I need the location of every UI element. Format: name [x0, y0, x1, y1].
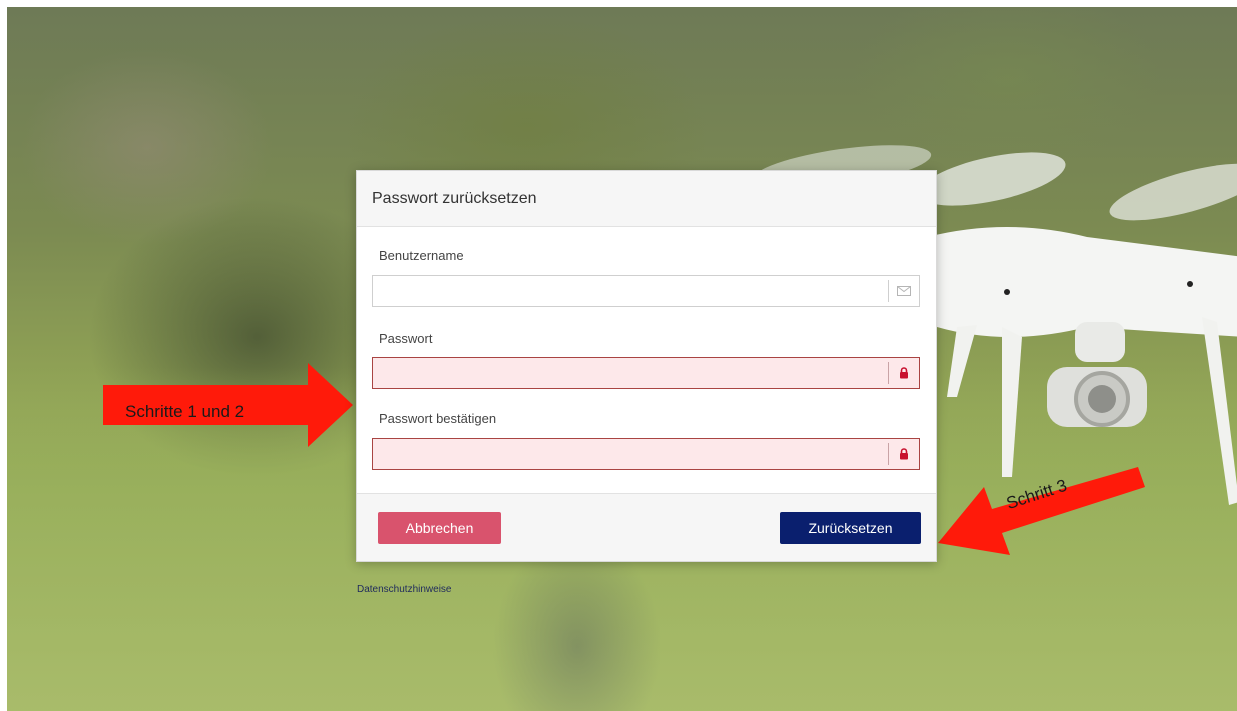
password-input[interactable] [373, 358, 888, 388]
confirm-password-field-wrap [372, 438, 920, 470]
password-field-wrap [372, 357, 920, 389]
dialog-header: Passwort zurücksetzen [357, 171, 936, 227]
confirm-password-input[interactable] [373, 439, 888, 469]
annotation-label-steps-1-2: Schritte 1 und 2 [125, 402, 245, 421]
annotation-arrow-step-3 [938, 467, 1145, 555]
username-field-wrap [372, 275, 920, 307]
username-input[interactable] [373, 276, 888, 306]
dialog-footer: Abbrechen Zurücksetzen [357, 493, 936, 561]
confirm-password-label: Passwort bestätigen [379, 411, 497, 426]
cancel-button[interactable]: Abbrechen [378, 512, 501, 544]
privacy-link[interactable]: Datenschutzhinweise [357, 584, 452, 595]
username-label: Benutzername [379, 248, 464, 263]
dialog-title: Passwort zurücksetzen [372, 189, 537, 207]
password-label: Passwort [379, 331, 433, 346]
lock-icon [888, 443, 919, 465]
lock-icon [888, 362, 919, 384]
reset-password-dialog: Passwort zurücksetzen Benutzername Passw… [356, 170, 937, 562]
reset-button[interactable]: Zurücksetzen [780, 512, 921, 544]
envelope-icon [888, 280, 919, 302]
